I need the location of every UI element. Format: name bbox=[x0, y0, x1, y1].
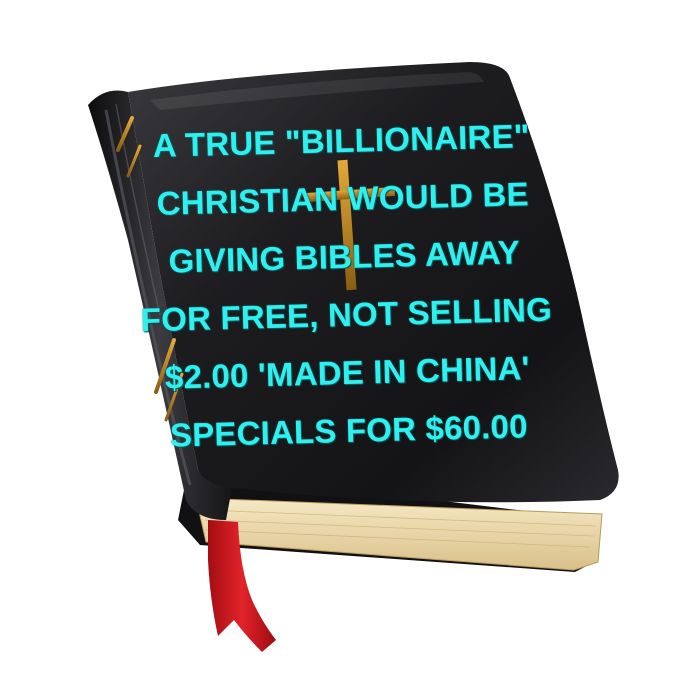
caption-line: SPECIALS FOR $60.00 bbox=[169, 407, 529, 454]
caption-line: CHRISTIAN WOULD BE bbox=[156, 175, 530, 222]
meme-image: A TRUE "BILLIONAIRE" CHRISTIAN WOULD BE … bbox=[0, 0, 700, 700]
caption-line: FOR FREE, NOT SELLING bbox=[140, 290, 553, 339]
meme-caption: A TRUE "BILLIONAIRE" CHRISTIAN WOULD BE … bbox=[136, 107, 555, 466]
caption-line: $2.00 'MADE IN CHINA' bbox=[164, 349, 530, 396]
caption-line: GIVING BIBLES AWAY bbox=[168, 233, 521, 280]
caption-line: A TRUE "BILLIONAIRE" bbox=[152, 117, 531, 164]
